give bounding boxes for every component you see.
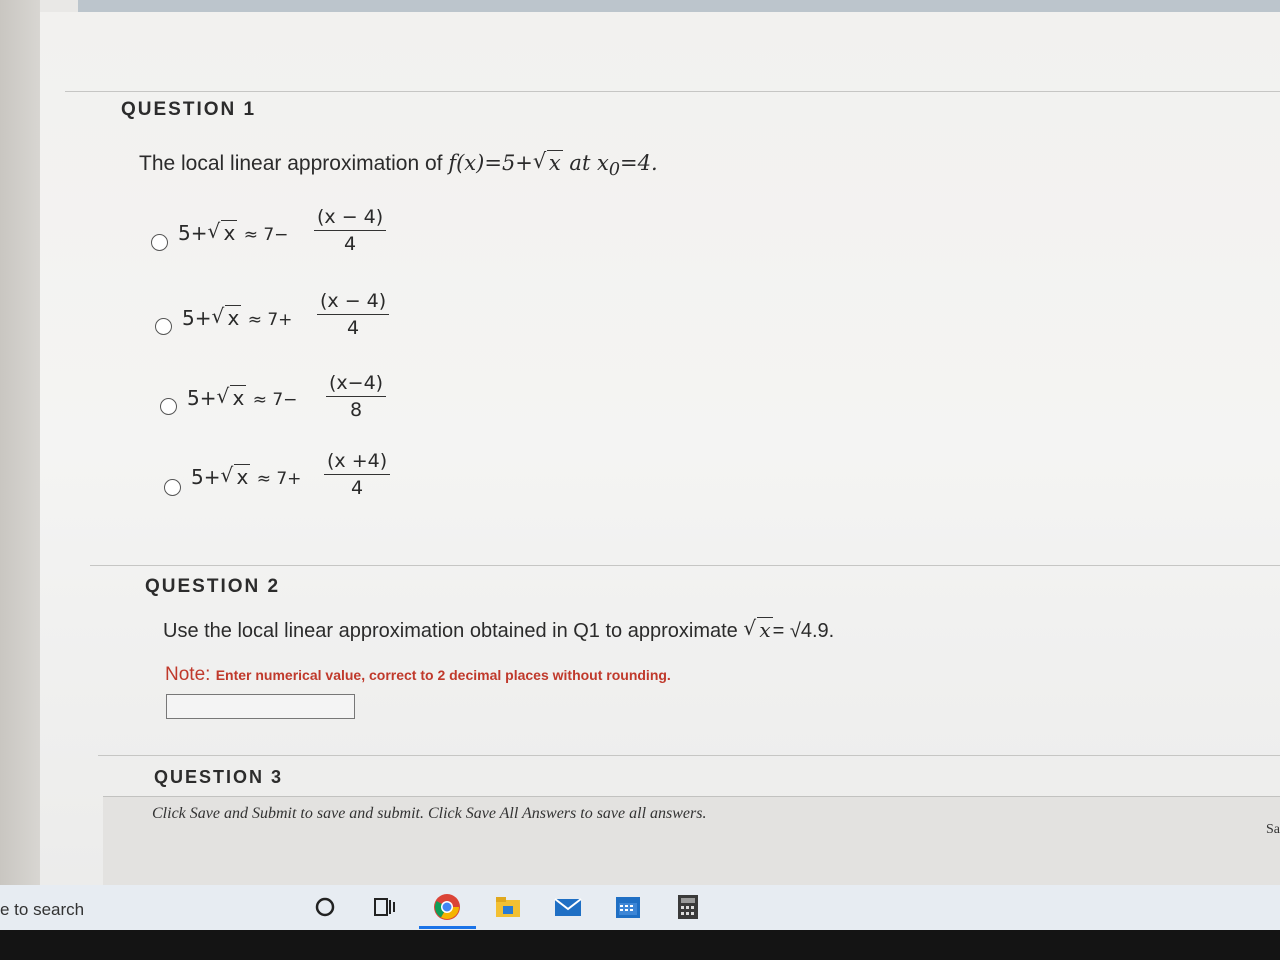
denominator: 4 [351, 477, 364, 499]
operator-text: ≈ 7+ [256, 469, 302, 489]
prompt-text: Use the local linear approximation obtai… [163, 620, 744, 642]
radicand: x [225, 305, 242, 330]
sqrt-expr: x [207, 219, 238, 245]
radicand: x [546, 150, 563, 175]
screen-bezel [0, 930, 1280, 960]
file-explorer-icon[interactable] [493, 893, 523, 921]
lhs-text: 5+ [182, 306, 212, 330]
denominator: 4 [344, 233, 357, 255]
numerator: (x +4) [324, 450, 391, 475]
sqrt-expr: x [533, 149, 563, 175]
lhs-text: 5+ [178, 221, 208, 245]
question-3-title: QUESTION 3 [154, 767, 284, 787]
option-1-fraction: (x − 4) 4 [314, 206, 387, 255]
divider [90, 565, 1280, 566]
numerator: (x−4) [326, 372, 387, 397]
lhs-text: 5+ [187, 386, 217, 410]
save-button[interactable]: Sa [1266, 822, 1280, 838]
sqrt-expr: x [743, 616, 773, 642]
option-2-fraction: (x − 4) 4 [317, 290, 390, 339]
chrome-icon[interactable] [432, 893, 462, 921]
option-1-radio[interactable] [151, 234, 168, 251]
screen-edge-left [0, 0, 40, 885]
footer-instructions: Click Save and Submit to save and submit… [152, 805, 707, 822]
numerator: (x − 4) [314, 206, 387, 231]
option-4-fraction: (x +4) 4 [324, 450, 391, 499]
option-2-radio[interactable] [155, 318, 172, 335]
sqrt-expr: x [220, 463, 251, 489]
taskbar-search[interactable]: e to search [0, 900, 84, 920]
operator-text: ≈ 7− [252, 390, 298, 410]
active-app-indicator [419, 926, 476, 929]
question-1-title: QUESTION 1 [121, 99, 257, 120]
at-text: at x [562, 151, 609, 175]
sqrt-expr: x [211, 304, 242, 330]
option-3-radio[interactable] [160, 398, 177, 415]
note-text: Note: Enter numerical value, correct to … [165, 664, 671, 686]
option-2-lhs: 5+ x ≈ 7+ [182, 304, 293, 330]
note-label: Note: [165, 664, 216, 685]
task-view-icon[interactable] [369, 893, 399, 921]
calculator-icon[interactable] [673, 893, 703, 921]
option-4-radio[interactable] [164, 479, 181, 496]
prompt-text: The local linear approximation of [139, 152, 449, 175]
radicand: x [230, 385, 247, 410]
function-text: f(x)=5+ [448, 151, 533, 175]
question-2-title: QUESTION 2 [145, 576, 281, 597]
cortana-icon[interactable] [310, 893, 340, 921]
question-2-prompt: Use the local linear approximation obtai… [163, 616, 835, 643]
divider [65, 91, 1280, 92]
option-3-fraction: (x−4) 8 [326, 372, 387, 421]
operator-text: ≈ 7− [243, 225, 289, 245]
sqrt-expr: x [216, 384, 247, 410]
denominator: 8 [349, 399, 363, 421]
divider [98, 755, 1280, 756]
denominator: 4 [347, 317, 360, 339]
tail-text: = √4.9. [772, 620, 835, 642]
question-1-prompt: The local linear approximation of f(x)=5… [139, 149, 658, 181]
radicand: x [221, 220, 238, 245]
calendar-icon[interactable] [613, 893, 643, 921]
lhs-text: 5+ [191, 465, 221, 489]
option-3-lhs: 5+ x ≈ 7− [187, 384, 298, 410]
radicand: x [234, 464, 251, 489]
radicand: x [757, 617, 773, 642]
note-body: Enter numerical value, correct to 2 deci… [215, 667, 671, 683]
operator-text: ≈ 7+ [247, 310, 293, 330]
answer-input[interactable] [166, 694, 355, 719]
numerator: (x − 4) [317, 290, 390, 315]
tail-text: =4. [620, 151, 658, 175]
option-4-lhs: 5+ x ≈ 7+ [191, 463, 302, 489]
option-1-lhs: 5+ x ≈ 7− [178, 219, 289, 245]
mail-icon[interactable] [553, 893, 583, 921]
subscript: 0 [608, 160, 621, 181]
